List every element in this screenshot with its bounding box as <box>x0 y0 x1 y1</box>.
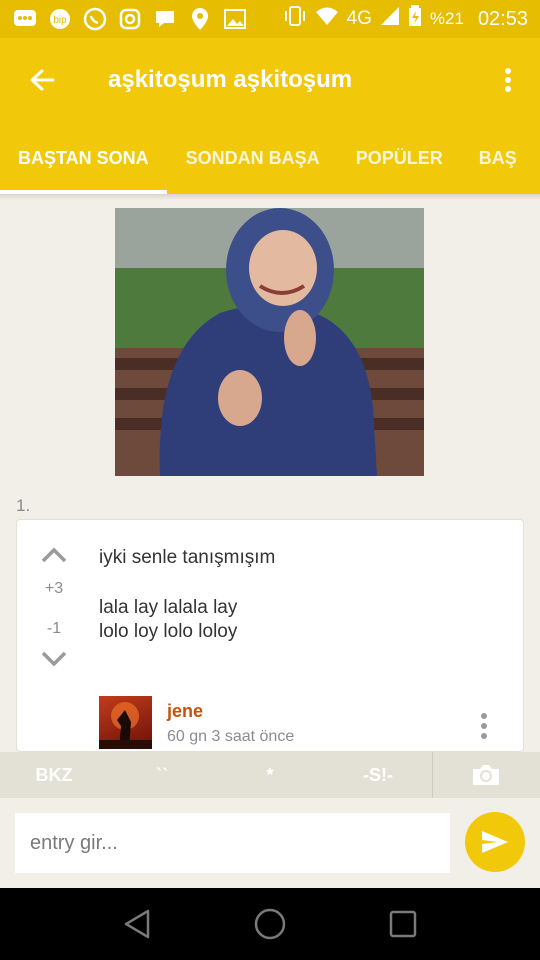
entry-image[interactable] <box>115 208 424 476</box>
asterisk-button[interactable]: * <box>216 752 324 798</box>
tab-populer[interactable]: POPÜLER <box>338 122 461 194</box>
avatar[interactable] <box>99 696 152 749</box>
bip-icon: bip <box>47 7 73 31</box>
svg-text:bip: bip <box>53 15 67 26</box>
chevron-down-icon <box>41 651 67 667</box>
message-icon <box>12 7 38 31</box>
tab-bastan-sona[interactable]: BAŞTAN SONA <box>0 122 167 194</box>
entry-photo <box>115 208 424 476</box>
page-title: aşkitoşum aşkitoşum <box>108 66 353 93</box>
more-vert-icon <box>481 713 487 739</box>
avatar-image <box>99 702 152 749</box>
chat-icon <box>152 7 178 31</box>
downvote-button[interactable] <box>35 644 73 674</box>
whatsapp-icon <box>82 7 108 31</box>
location-icon <box>187 7 213 31</box>
entry-body: iyki senle tanışmışım lala lay lalala la… <box>99 546 503 644</box>
wifi-icon <box>315 6 339 32</box>
send-button[interactable] <box>465 812 525 872</box>
camera-icon <box>473 765 499 785</box>
image-icon <box>222 7 248 31</box>
app-bar: aşkitoşum aşkitoşum <box>0 38 540 122</box>
back-button[interactable] <box>0 38 84 122</box>
tab-overflow[interactable]: BAŞ <box>461 122 535 194</box>
spoiler-button[interactable]: -S!- <box>324 752 432 798</box>
circle-home-icon <box>254 908 286 940</box>
back-arrow-icon <box>30 69 55 91</box>
entry-index: 1. <box>16 496 31 515</box>
battery-icon <box>408 5 422 33</box>
square-recents-icon <box>390 910 417 938</box>
format-toolbar: BKZ `` * -S!- <box>0 752 540 798</box>
network-type: 4G <box>346 8 372 29</box>
downvote-count: -1 <box>46 620 62 637</box>
tab-sondan-basa[interactable]: SONDAN BAŞA <box>168 122 338 194</box>
vote-column: +3 -1 <box>35 540 73 674</box>
upvote-count: +3 <box>44 580 64 597</box>
overflow-menu-button[interactable] <box>476 38 540 122</box>
send-icon <box>482 831 508 853</box>
entry-card: +3 -1 iyki senle tanışmışım lala lay lal… <box>16 519 524 752</box>
battery-level: %21 <box>429 9 464 28</box>
signal-icon <box>380 6 400 32</box>
triangle-back-icon <box>124 909 149 939</box>
composer <box>0 798 540 888</box>
bkz-button[interactable]: BKZ <box>0 752 108 798</box>
more-vert-icon <box>505 68 511 92</box>
nav-home-button[interactable] <box>240 894 300 954</box>
entry-line: lolo loy lolo loloy <box>99 621 238 642</box>
upvote-button[interactable] <box>35 540 73 570</box>
entry-more-button[interactable] <box>469 708 499 744</box>
nav-back-button[interactable] <box>107 894 167 954</box>
instagram-icon <box>117 7 143 31</box>
status-bar: bip 4G %21 02:53 <box>0 0 540 38</box>
clock: 02:53 <box>477 7 528 30</box>
system-nav-bar <box>0 888 540 960</box>
nav-recents-button[interactable] <box>373 894 433 954</box>
entry-timestamp: 60 gn 3 saat önce <box>167 728 295 745</box>
vibrate-icon <box>283 5 307 33</box>
entry-line: lala lay lalala lay <box>99 597 238 618</box>
tab-shadow <box>0 194 540 200</box>
entry-line: iyki senle tanışmışım <box>99 547 276 568</box>
camera-button[interactable] <box>433 752 539 798</box>
sort-tabs: BAŞTAN SONA SONDAN BAŞA POPÜLER BAŞ <box>0 122 540 194</box>
author-name[interactable]: jene <box>167 701 203 722</box>
chevron-up-icon <box>41 547 67 563</box>
entry-input[interactable] <box>15 813 450 873</box>
backtick-button[interactable]: `` <box>108 752 216 798</box>
